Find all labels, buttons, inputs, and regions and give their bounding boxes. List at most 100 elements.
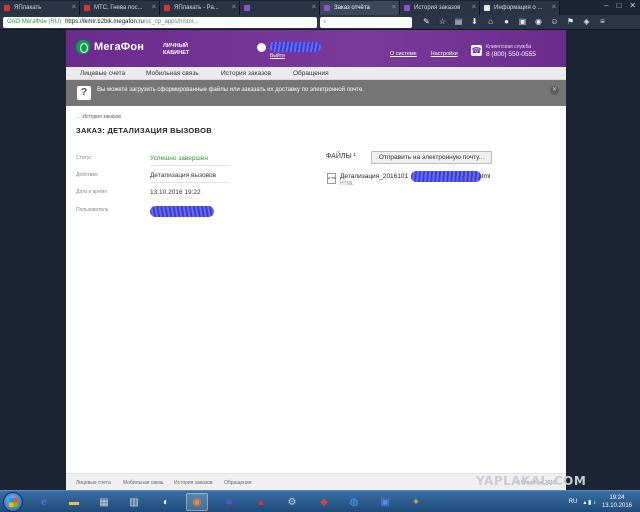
megafon-logo[interactable]: МегаФон [76, 40, 144, 54]
tools-icon[interactable]: ✎ [422, 17, 431, 26]
user-avatar-icon [257, 43, 266, 52]
taskbar: e ▬ ▦ ▥ ◐ ◉ ■ ▲ ⚙ ◆ ◍ ▣ ✦ RU ▴ ▮ ♪ 19:24… [0, 490, 640, 512]
app-icon[interactable]: ▥ [123, 493, 145, 511]
maximize-icon[interactable]: □ [616, 1, 621, 10]
browser-tab[interactable]: История заказов × [400, 1, 480, 15]
media-icon[interactable]: ▦ [93, 493, 115, 511]
url-host: https://lkmtr.b2blk.megafon.ru [65, 19, 144, 25]
personal-cabinet-label: ЛИЧНЫЙ КАБИНЕТ [163, 43, 189, 57]
watermark: YAPLAKAL.COM [476, 474, 587, 488]
datetime-label: Дата и время [76, 189, 108, 195]
explorer-icon[interactable]: ▬ [63, 493, 85, 511]
redacted-user-value [150, 206, 214, 217]
tab-close-icon[interactable]: × [72, 1, 76, 15]
tab-close-icon[interactable]: × [552, 1, 556, 15]
firefox-icon[interactable]: ◉ [186, 493, 208, 511]
toolbar-icons: ✎ ☆ ▤ ⬇ ⌂ ● ▣ ◉ ☺ ⚑ ◈ ≡ [422, 17, 607, 26]
close-window-icon[interactable]: ✕ [629, 1, 636, 10]
secure-identity-label[interactable]: ОАО МегаФон (RU) [7, 19, 61, 25]
browser-tab[interactable]: ЯПлакать - Ра... × [160, 1, 240, 15]
browser-tab-active[interactable]: Заказ отчёта × [320, 1, 400, 15]
app-icon[interactable]: ⚙ [281, 493, 303, 511]
footer-link-mobile[interactable]: Мобильная связь [123, 480, 164, 486]
browser-tab-bar: ЯПлакать × МТС. Гнева пос... × ЯПлакать … [0, 0, 640, 15]
tab-close-icon[interactable]: × [472, 1, 476, 15]
redacted-username [269, 42, 321, 52]
tab-label: ЯПлакать [14, 5, 42, 11]
send-email-button[interactable]: Отправить на электронную почту... [371, 151, 492, 164]
tab-label: МТС. Гнева пос... [94, 5, 143, 11]
tab-label: История заказов [414, 5, 461, 11]
browser-toolbar: ОАО МегаФон (RU) https://lkmtr.b2blk.mega… [0, 15, 640, 30]
addon-icon[interactable]: ● [502, 17, 511, 26]
addon-icon[interactable]: ⚑ [566, 17, 575, 26]
nav-requests[interactable]: Обращения [293, 67, 329, 80]
footer-link-history[interactable]: История заказов [174, 480, 213, 486]
library-icon[interactable]: ▤ [454, 17, 463, 26]
app-icon[interactable]: ◐ [155, 493, 177, 511]
app-icon[interactable]: ◍ [343, 493, 365, 511]
action-label: Действие [76, 172, 98, 178]
logo-text: МегаФон [94, 41, 145, 53]
file-name-start: Детализация_2016101 [340, 173, 409, 180]
nav-order-history[interactable]: История заказов [221, 67, 271, 80]
app-icon[interactable]: ✦ [405, 493, 427, 511]
nav-accounts[interactable]: Лицевые счета [80, 67, 125, 80]
close-icon[interactable]: ✕ [550, 86, 559, 95]
tab-label: ЯПлакать - Ра... [174, 5, 219, 11]
logout-link[interactable]: Выйти [270, 53, 285, 59]
browser-tab[interactable]: МТС. Гнева пос... × [80, 1, 160, 15]
nav-mobile[interactable]: Мобильная связь [146, 67, 199, 80]
divider [150, 165, 230, 166]
settings-link[interactable]: Настройки [431, 51, 458, 57]
address-field[interactable]: ОАО МегаФон (RU) https://lkmtr.b2blk.mega… [3, 17, 317, 28]
pdf-icon[interactable]: ▲ [250, 493, 272, 511]
browser-tab[interactable]: ЯПлакать × [0, 1, 80, 15]
addon-icon[interactable]: ☺ [550, 17, 559, 26]
back-to-history-link[interactable]: ← История заказов [76, 114, 121, 120]
menu-icon[interactable]: ≡ [598, 17, 607, 26]
user-label: Пользователь [76, 207, 109, 213]
bookmark-star-icon[interactable]: ☆ [438, 17, 447, 26]
tab-favicon [484, 5, 490, 11]
search-input[interactable]: ⌕ [320, 17, 412, 28]
ie-icon[interactable]: e [33, 493, 55, 511]
url-path: /sc_cp_apps/histor... [143, 19, 199, 25]
lk-line2: КАБИНЕТ [163, 50, 190, 56]
redacted-file-part [411, 171, 481, 182]
tab-label: Информация о ... [494, 5, 543, 11]
footer-link-accounts[interactable]: Лицевые счета [76, 480, 111, 486]
minimize-icon[interactable]: – [604, 1, 608, 10]
main-nav: Лицевые счета Мобильная связь История за… [66, 67, 566, 80]
datetime-value: 13.10.2016 19:22 [150, 189, 201, 196]
support-block: ☎ Клиентская служба 8 (800) 550-0555 [471, 44, 561, 60]
support-label: Клиентская служба [486, 44, 531, 50]
tab-close-icon[interactable]: × [152, 1, 156, 15]
addon-icon[interactable]: ◈ [582, 17, 591, 26]
tab-close-icon[interactable]: × [312, 1, 316, 15]
lk-line1: ЛИЧНЫЙ [163, 43, 188, 49]
app-icon[interactable]: ■ [218, 493, 240, 511]
app-icon[interactable]: ▣ [374, 493, 396, 511]
browser-tab[interactable]: × [240, 1, 320, 15]
tab-close-icon[interactable]: × [232, 1, 236, 15]
app-icon[interactable]: ◆ [313, 493, 335, 511]
download-icon[interactable]: ⬇ [470, 17, 479, 26]
site-header: МегаФон ЛИЧНЫЙ КАБИНЕТ Выйти О системе Н… [66, 30, 566, 67]
tray-icons[interactable]: ▴ ▮ ♪ [583, 499, 596, 506]
language-indicator[interactable]: RU [569, 499, 578, 505]
megafon-logo-icon [76, 40, 90, 54]
clock[interactable]: 19:24 13.10.2016 [602, 494, 632, 510]
browser-tab[interactable]: Информация о ... × [480, 1, 560, 15]
system-tray: RU ▴ ▮ ♪ 19:24 13.10.2016 [569, 493, 632, 511]
addon-icon[interactable]: ◉ [534, 17, 543, 26]
home-icon[interactable]: ⌂ [486, 17, 495, 26]
tab-close-icon[interactable]: × [392, 1, 396, 15]
support-phone[interactable]: 8 (800) 550-0555 [486, 51, 536, 58]
about-link[interactable]: О системе [390, 51, 417, 57]
start-button[interactable] [3, 492, 23, 512]
divider [150, 182, 230, 183]
search-icon: ⌕ [323, 19, 327, 25]
footer-link-requests[interactable]: Обращения [224, 480, 251, 486]
addon-icon[interactable]: ▣ [518, 17, 527, 26]
